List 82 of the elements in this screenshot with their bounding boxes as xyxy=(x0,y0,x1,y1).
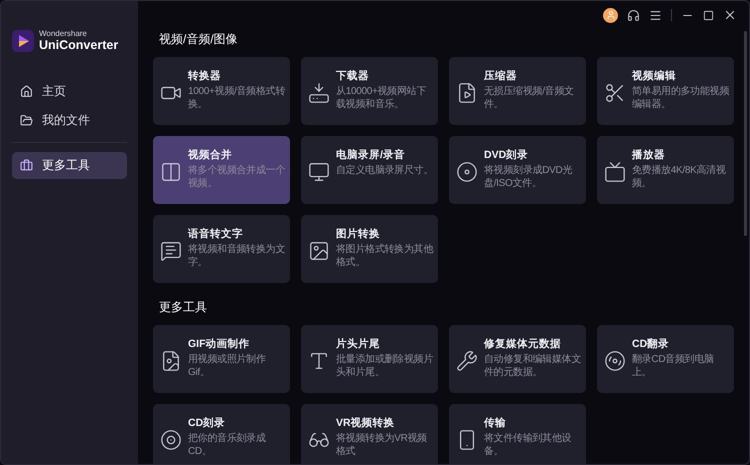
tool-title: 片头片尾 xyxy=(336,337,381,351)
brand-name: Wondershare xyxy=(39,30,88,38)
tool-title: CD刻录 xyxy=(188,416,226,430)
tool-title: CD翻录 xyxy=(632,337,670,351)
wrench-icon xyxy=(456,350,478,372)
tool-card[interactable]: 播放器 免费播放4K/8K高清视频。 xyxy=(597,136,734,204)
tool-title: 视频编辑 xyxy=(632,69,677,83)
tool-title: GIF动画制作 xyxy=(188,337,250,351)
tool-title: 转换器 xyxy=(188,69,222,83)
tool-card[interactable]: VR视频转换 将视频转换为VR视频格式 xyxy=(301,404,438,464)
disc-icon xyxy=(604,350,626,372)
tool-card[interactable]: GIF动画制作 用视频或照片制作Gif。 xyxy=(153,325,290,393)
tool-card[interactable]: DVD刻录 将视频刻录成DVD光盘/ISO文件。 xyxy=(449,136,586,204)
tool-title: 压缩器 xyxy=(484,69,518,83)
sidebar-item[interactable]: 主页 xyxy=(12,78,127,105)
tool-description: 批量添加或删除视频片头和片尾。 xyxy=(336,353,434,379)
speech-bubble-icon xyxy=(160,240,182,262)
tool-description: 将多个视频合并成一个视频。 xyxy=(188,164,286,190)
tool-card[interactable]: 转换器 1000+视频/音频格式转换。 xyxy=(153,57,290,125)
tool-description: 将图片格式转换为其他格式。 xyxy=(336,243,434,269)
tool-card[interactable]: CD刻录 把你的音乐刻录成CD。 xyxy=(153,404,290,464)
tool-title: 修复媒体元数据 xyxy=(484,337,562,351)
tool-title: 图片转换 xyxy=(336,227,381,241)
video-file-icon xyxy=(456,82,478,104)
tool-title: VR视频转换 xyxy=(336,416,396,430)
tool-description: 自动修复和编辑媒体文件的元数据。 xyxy=(484,353,582,379)
tool-card[interactable]: 电脑录屏/录音 自定义电脑录屏尺寸。 xyxy=(301,136,438,204)
image-file-icon xyxy=(160,350,182,372)
tool-title: 传输 xyxy=(484,416,507,430)
tool-description: 翻录CD音频到电脑上。 xyxy=(632,353,715,379)
tool-description: 将视频转换为VR视频格式 xyxy=(336,432,428,458)
tool-description: 从10000+视频网站下载视频和音乐。 xyxy=(336,85,428,111)
tool-card[interactable]: 语音转文字 将视频和音频转换为文字。 xyxy=(153,215,290,283)
image-icon xyxy=(308,240,330,262)
tool-card[interactable]: 片头片尾 批量添加或删除视频片头和片尾。 xyxy=(301,325,438,393)
maximize-icon[interactable] xyxy=(703,10,714,20)
download-icon xyxy=(308,82,330,104)
scissors-icon xyxy=(604,82,626,104)
tool-card[interactable]: CD翻录 翻录CD音频到电脑上。 xyxy=(597,325,734,393)
disc-icon xyxy=(160,429,182,451)
scrollbar[interactable] xyxy=(744,31,747,236)
sidebar-item[interactable]: 更多工具 xyxy=(12,152,127,179)
tool-title: 播放器 xyxy=(632,148,666,162)
tool-title: 视频合并 xyxy=(188,148,233,162)
tv-icon xyxy=(604,161,626,183)
product-name: UniConverter xyxy=(39,39,118,52)
tool-description: 自定义电脑录屏尺寸。 xyxy=(336,164,434,177)
headset-icon[interactable] xyxy=(627,8,640,22)
tool-card[interactable]: 修复媒体元数据 自动修复和编辑媒体文件的元数据。 xyxy=(449,325,586,393)
folder-icon xyxy=(20,114,33,127)
home-icon xyxy=(20,85,33,98)
tool-title: DVD刻录 xyxy=(484,148,530,162)
tool-card[interactable]: 传输 将文件传输到其他设备。 xyxy=(449,404,586,464)
tool-description: 用视频或照片制作Gif。 xyxy=(188,353,267,379)
tool-card[interactable]: 视频编辑 简单易用的多功能视频编辑器。 xyxy=(597,57,734,125)
menu-icon[interactable] xyxy=(649,8,662,22)
tool-description: 把你的音乐刻录成CD。 xyxy=(188,432,267,458)
text-icon xyxy=(308,350,330,372)
tool-description: 免费播放4K/8K高清视频。 xyxy=(632,164,727,190)
tool-description: 无损压缩视频/音频文件。 xyxy=(484,85,575,111)
app-logo-icon xyxy=(12,30,34,52)
section-title: 视频/音频/图像 xyxy=(159,31,239,48)
tool-description: 1000+视频/音频格式转换。 xyxy=(188,85,286,111)
toolbox-icon xyxy=(20,159,33,172)
sidebar-item[interactable]: 我的文件 xyxy=(12,107,127,134)
tool-description: 简单易用的多功能视频编辑器。 xyxy=(632,85,730,111)
close-icon[interactable] xyxy=(723,8,737,22)
disc-icon xyxy=(456,161,478,183)
tool-description: 将视频和音频转换为文字。 xyxy=(188,243,286,269)
user-avatar-icon[interactable] xyxy=(603,8,618,22)
tool-card[interactable]: 压缩器 无损压缩视频/音频文件。 xyxy=(449,57,586,125)
tool-card[interactable]: 下载器 从10000+视频网站下载视频和音乐。 xyxy=(301,57,438,125)
section-title: 更多工具 xyxy=(159,299,208,316)
tool-card[interactable]: 图片转换 将图片格式转换为其他格式。 xyxy=(301,215,438,283)
tool-title: 电脑录屏/录音 xyxy=(336,148,406,162)
tool-title: 语音转文字 xyxy=(188,227,244,241)
tool-card[interactable]: 视频合并 将多个视频合并成一个视频。 xyxy=(153,136,290,204)
columns-icon xyxy=(160,161,182,183)
tool-description: 将文件传输到其他设备。 xyxy=(484,432,572,458)
monitor-icon xyxy=(308,161,330,183)
tool-title: 下载器 xyxy=(336,69,370,83)
tool-description: 将视频刻录成DVD光盘/ISO文件。 xyxy=(484,164,574,190)
